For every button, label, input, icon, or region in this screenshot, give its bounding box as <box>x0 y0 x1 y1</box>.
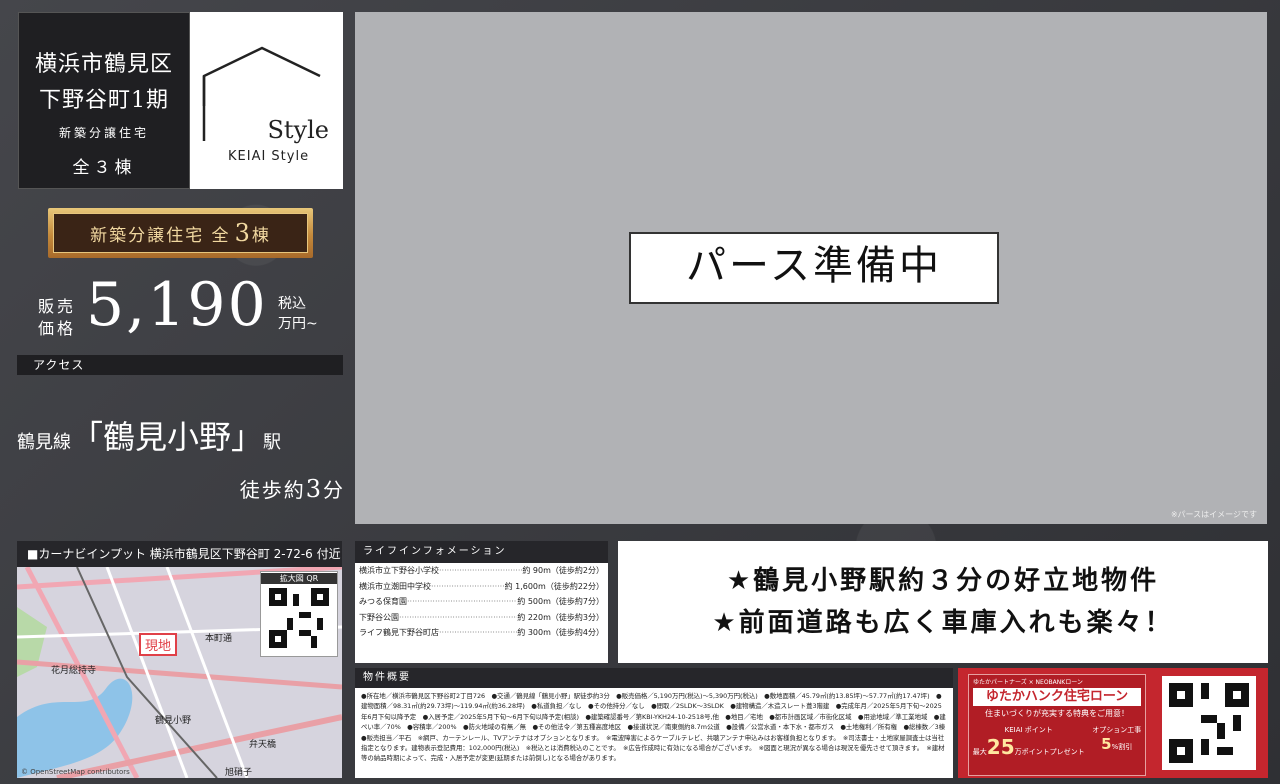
banner-suffix: 棟 <box>251 225 271 246</box>
qr-code-icon <box>269 588 329 648</box>
perspective-image: パース準備中 ※パースはイメージです <box>355 12 1267 524</box>
title-line-3: 新築分譲住宅 <box>58 126 149 140</box>
walk-unit: 分 <box>323 478 345 502</box>
life-information: ライフインフォメーション 横浜市立下野谷小学校 ·················… <box>355 541 608 663</box>
list-item: ライフ鶴見下野谷町店 ······························… <box>359 628 604 638</box>
loan-title: ゆたかハンク住宅ローン <box>973 688 1141 706</box>
loan-subtitle: 住まいづくりが充実する特典をご用意！ <box>985 709 1129 718</box>
loan-benefits: KEIAI ポイント 最大25万ポイントプレゼント オプション工事 5%割引 <box>969 725 1145 759</box>
loan-option-value: 5 <box>1101 735 1112 753</box>
price-label: 販売価格 <box>38 297 77 338</box>
units-banner-inner: 新築分譲住宅 全 3 棟 <box>53 213 308 253</box>
title-line-2: 下野谷町1期 <box>39 88 169 113</box>
loan-banner[interactable]: ゆたかパートナーズ × NEOBANKローン ゆたかハンク住宅ローン 住まいづく… <box>958 668 1268 778</box>
life-info-title: ライフインフォメーション <box>355 541 608 563</box>
price-unit-yen: 万円~ <box>278 316 318 332</box>
highlight-1: ★鶴見小野駅約３分の好立地物件 <box>726 566 1160 596</box>
list-item: 下野谷公園 ···································… <box>359 612 604 622</box>
loan-card: ゆたかパートナーズ × NEOBANKローン ゆたかハンク住宅ローン 住まいづく… <box>968 674 1146 776</box>
price-value: 5,190 <box>86 270 268 340</box>
overview-text: ●所在地／横浜市鶴見区下野谷町2丁目726 ●交通／鶴見線「鶴見小野」駅徒歩約3… <box>361 692 952 763</box>
walk-minutes: 3 <box>305 475 323 503</box>
site-marker: 現地 <box>139 633 178 656</box>
logo-word: Style <box>267 116 329 144</box>
overview-title: 物件概要 <box>355 668 953 688</box>
title-line-4: 全３棟 <box>72 158 136 178</box>
list-item: 横浜市立下野谷小学校 ······························… <box>359 566 604 575</box>
banner-count: 3 <box>234 219 252 247</box>
image-note: ※パースはイメージです <box>1170 510 1257 519</box>
loan-point-benefit: KEIAI ポイント 最大25万ポイントプレゼント <box>972 726 1085 759</box>
perspective-placeholder: パース準備中 <box>629 232 999 304</box>
map-label-tsurumiono: 鶴見小野 <box>155 716 192 726</box>
qr-code-icon <box>1169 683 1249 763</box>
map-header: ■カーナビインプット 横浜市鶴見区下野谷町 2-72-6 付近 <box>17 541 342 567</box>
map-qr-code[interactable]: 拡大図 QR <box>260 571 338 657</box>
list-item: 横浜市立潮田中学校·······························… <box>359 581 604 591</box>
loan-qr-code[interactable] <box>1162 676 1256 770</box>
loan-point-value: 25 <box>986 735 1015 759</box>
station-name: 「鶴見小野」 <box>71 418 264 456</box>
title-line-1: 横浜市鶴見区 <box>34 52 173 77</box>
logo-subtitle: KEIAI Style <box>228 149 310 164</box>
access-line: 鶴見線「鶴見小野」駅 <box>17 412 347 458</box>
list-item: みつる保育園 ··································… <box>359 597 604 607</box>
map-label-bentenbashi: 弁天橋 <box>249 740 277 750</box>
walk-prefix: 徒歩約 <box>239 478 306 502</box>
walk-time: 徒歩約3分 <box>180 474 345 503</box>
price-unit: 税込 万円~ <box>278 294 318 334</box>
property-overview: 物件概要 ●所在地／横浜市鶴見区下野谷町2丁目726 ●交通／鶴見線「鶴見小野」… <box>355 668 953 778</box>
station-suffix: 駅 <box>263 432 282 453</box>
highlight-2: ★前面道路も広く車庫入れも楽々！ <box>712 608 1174 638</box>
map-label-asahi: 旭硝子 <box>225 768 253 778</box>
loan-partners: ゆたかパートナーズ × NEOBANKローン <box>973 679 1083 686</box>
price-unit-tax: 税込 <box>278 296 306 312</box>
map-label-kagetsu: 花月総持寺 <box>51 666 97 676</box>
keiai-style-logo: Style KEIAI Style <box>190 12 343 189</box>
property-highlights: ★鶴見小野駅約３分の好立地物件 ★前面道路も広く車庫入れも楽々！ <box>618 541 1268 663</box>
units-banner: 新築分譲住宅 全 3 棟 <box>48 208 313 258</box>
map-label-honcho: 本町通 <box>205 634 233 644</box>
property-title-box: 横浜市鶴見区 下野谷町1期 新築分譲住宅 全３棟 <box>18 12 190 189</box>
map-credit: © OpenStreetMap contributors <box>21 768 130 776</box>
area-map[interactable]: 花月総持寺 鶴見小野 弁天橋 本町通 旭硝子 現地 拡大図 QR © OpenS… <box>17 567 342 778</box>
rail-line: 鶴見線 <box>17 432 71 453</box>
access-header: アクセス <box>17 355 343 375</box>
map-qr-label: 拡大図 QR <box>261 573 337 584</box>
loan-option-benefit: オプション工事 5%割引 <box>1092 726 1142 753</box>
banner-prefix: 新築分譲住宅 全 <box>90 225 231 246</box>
